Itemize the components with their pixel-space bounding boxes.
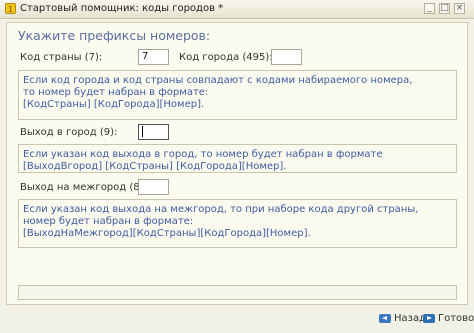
- close-icon[interactable]: ×: [454, 3, 465, 14]
- hint-line: номер будет набран в формате:: [23, 216, 194, 227]
- hint-line: то номер будет набран в формате:: [23, 87, 209, 98]
- section-heading: Укажите префиксы номеров:: [18, 28, 211, 43]
- done-label: Готово: [438, 313, 474, 324]
- text-cursor: [142, 125, 143, 137]
- country-code-input[interactable]: 7: [138, 49, 169, 65]
- hint-line: [ВыходВгород] [КодСтраны] [КодГорода][Но…: [23, 161, 287, 172]
- hint-line: [ВыходНаМежгород][КодСтраны][КодГорода][…: [23, 228, 311, 239]
- arrow-left-icon: [379, 314, 391, 323]
- window-titlebar[interactable]: 1 Стартовый помощник: коды городов * _ □…: [0, 0, 474, 19]
- intercity-exit-input[interactable]: [138, 179, 169, 195]
- city-code-input[interactable]: [271, 49, 302, 65]
- status-bar: [18, 285, 457, 300]
- wizard-panel: Укажите префиксы номеров: Код страны (7)…: [6, 22, 468, 305]
- intercity-exit-hint: Если указан код выхода на межгород, то п…: [18, 199, 457, 248]
- back-button[interactable]: Назад: [379, 313, 426, 324]
- country-city-hint: Если код города и код страны совпадают с…: [18, 70, 457, 120]
- hint-line: Если код города и код страны совпадают с…: [23, 75, 413, 86]
- arrow-right-icon: [423, 314, 435, 323]
- window-title: Стартовый помощник: коды городов *: [20, 3, 224, 14]
- hint-line: Если указан код выхода в город, то номер…: [23, 149, 383, 160]
- intercity-exit-label: Выход на межгород (8):: [20, 182, 147, 193]
- city-exit-input[interactable]: [138, 124, 169, 140]
- country-code-label: Код страны (7):: [20, 52, 103, 63]
- back-label: Назад: [394, 313, 427, 324]
- hint-line: [КодСтраны] [КодГорода][Номер].: [23, 99, 205, 110]
- city-exit-label: Выход в город (9):: [20, 127, 118, 138]
- restore-icon[interactable]: □: [439, 3, 450, 14]
- city-exit-hint: Если указан код выхода в город, то номер…: [18, 144, 457, 173]
- city-code-label: Код города (495):: [179, 52, 273, 63]
- done-button[interactable]: Готово: [423, 313, 474, 324]
- app-icon: 1: [5, 3, 16, 14]
- hint-line: Если указан код выхода на межгород, то п…: [23, 204, 419, 215]
- minimize-icon[interactable]: _: [424, 3, 435, 14]
